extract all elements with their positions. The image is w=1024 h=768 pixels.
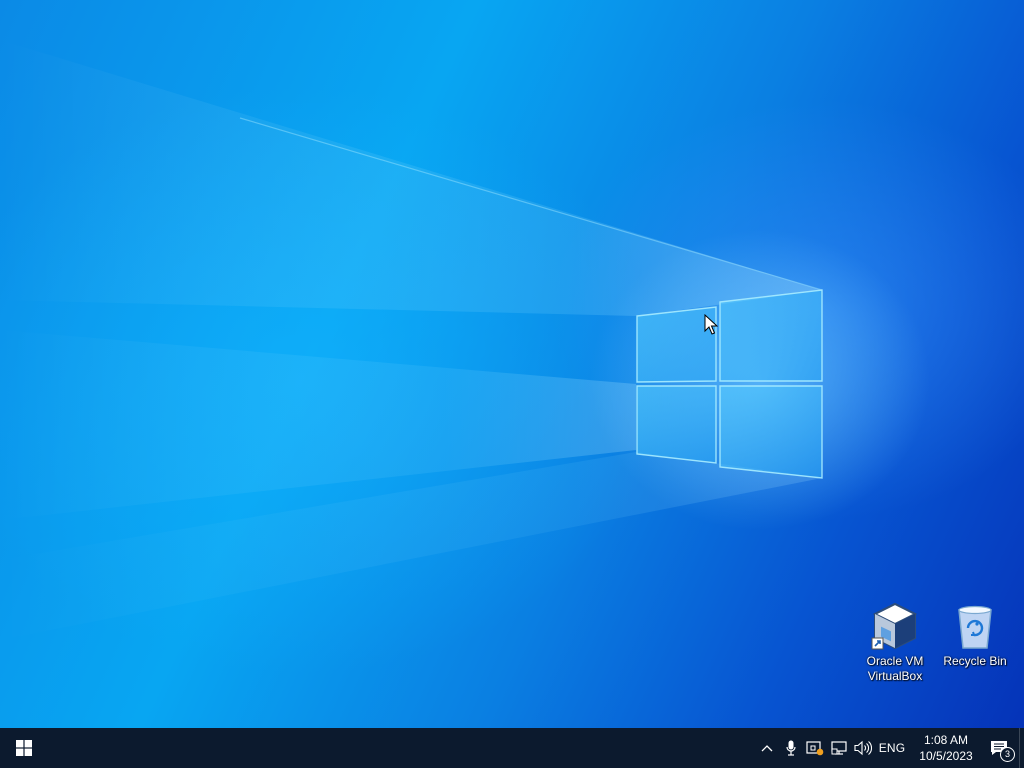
desktop-icon-recycle-bin[interactable]: Recycle Bin (935, 600, 1015, 690)
windows-logo-icon (16, 740, 32, 756)
label-line: Recycle Bin (943, 654, 1007, 668)
security-button[interactable] (803, 728, 827, 768)
desktop-icon-label: Recycle Bin (935, 654, 1015, 669)
volume-button[interactable] (851, 728, 875, 768)
mouse-cursor-icon (704, 314, 718, 335)
show-desktop-button[interactable] (1019, 728, 1024, 768)
chevron-up-icon (761, 745, 773, 752)
input-language-indicator[interactable]: ENG (875, 741, 909, 755)
start-button[interactable] (0, 728, 48, 768)
network-icon (831, 741, 847, 755)
desktop-icon-label: Oracle VM VirtualBox (855, 654, 935, 684)
clock[interactable]: 1:08 AM 10/5/2023 (913, 728, 979, 768)
action-center-button[interactable]: 3 (979, 728, 1019, 768)
show-hidden-icons-button[interactable] (755, 728, 779, 768)
desktop-icon-virtualbox[interactable]: Oracle VM VirtualBox (855, 600, 935, 690)
microphone-button[interactable] (779, 728, 803, 768)
taskbar: ENG 1:08 AM 10/5/2023 3 (0, 728, 1024, 768)
label-line: Oracle VM (866, 654, 924, 668)
virtualbox-icon (871, 602, 918, 650)
microphone-icon (786, 740, 796, 756)
clock-time: 1:08 AM (923, 733, 969, 747)
recycle-bin-icon (958, 605, 992, 649)
system-tray: ENG 1:08 AM 10/5/2023 3 (755, 728, 1024, 768)
volume-icon (854, 740, 872, 756)
notification-count-badge: 3 (1000, 747, 1015, 762)
clock-date: 10/5/2023 (919, 749, 973, 763)
network-button[interactable] (827, 728, 851, 768)
security-icon (806, 741, 824, 756)
label-line: VirtualBox (867, 669, 923, 683)
